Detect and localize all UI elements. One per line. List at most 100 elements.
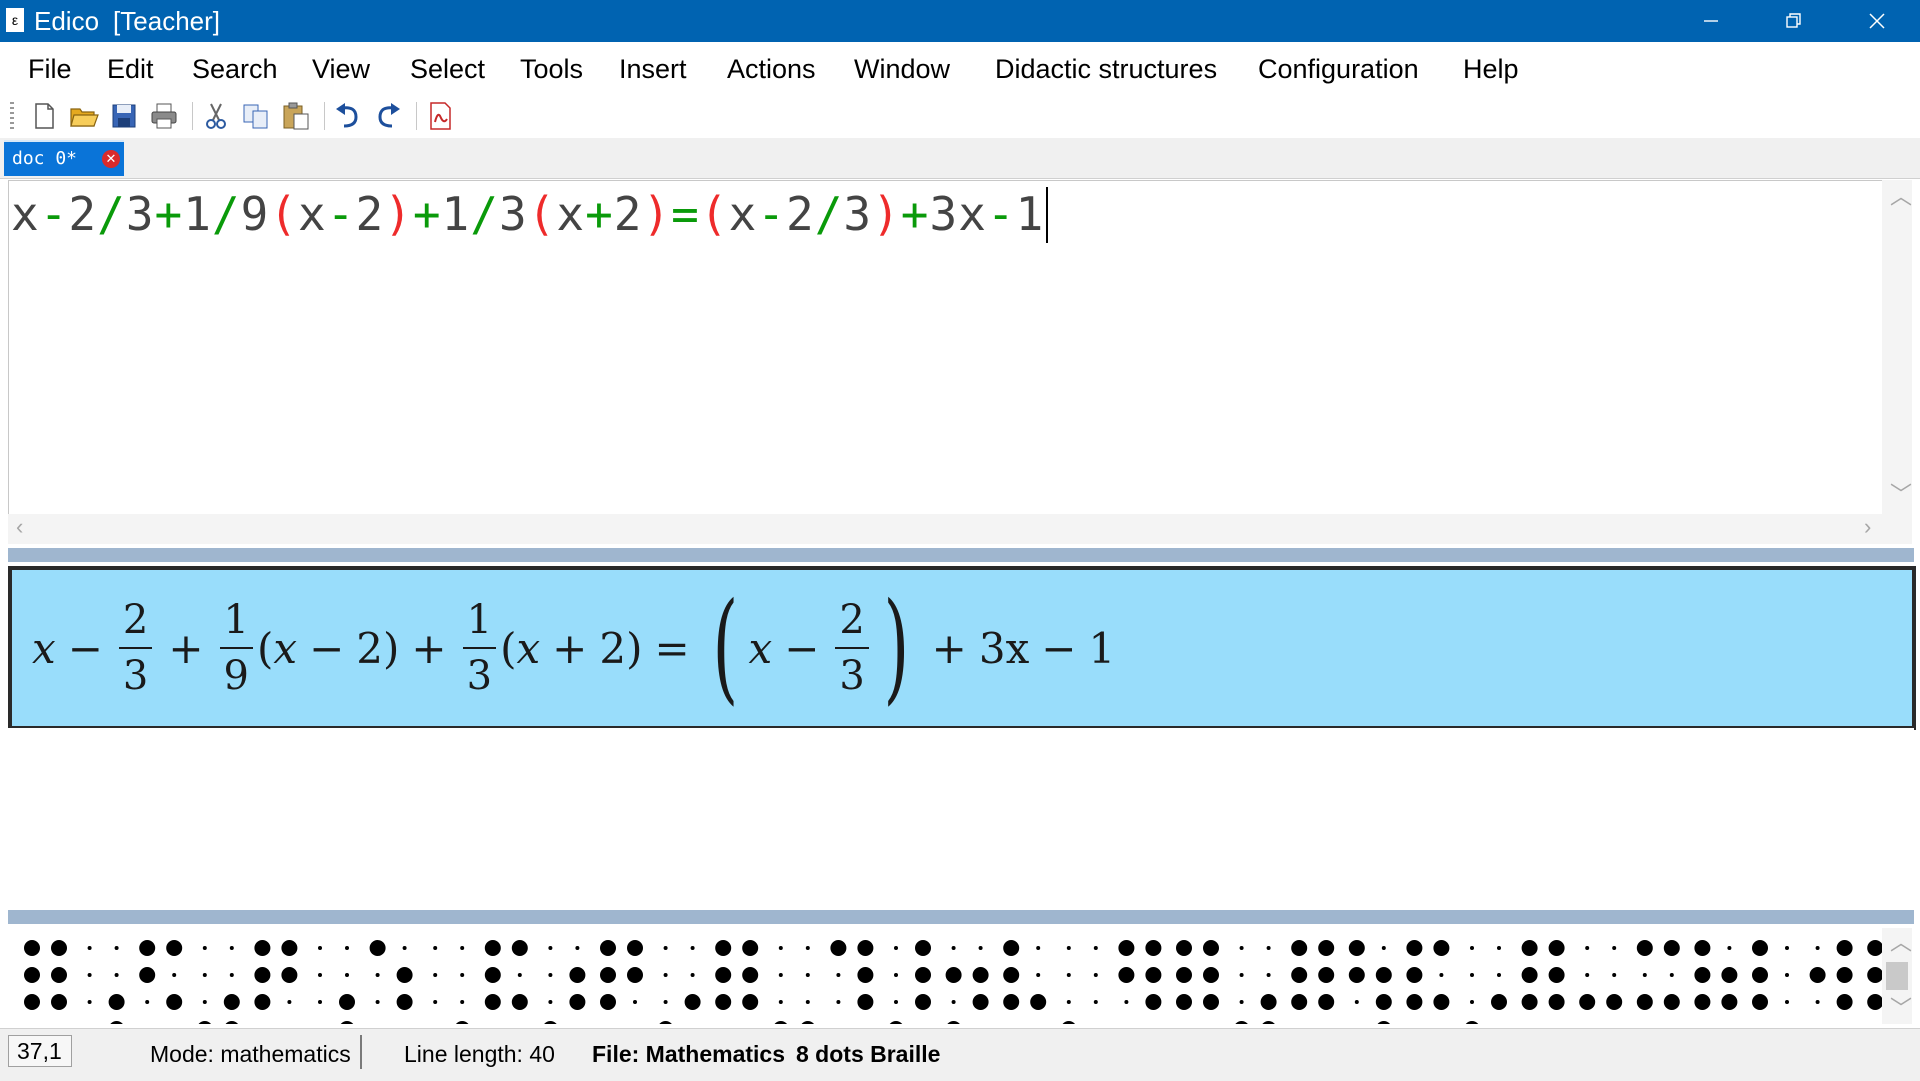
pdf-icon[interactable]	[424, 100, 456, 132]
scroll-up-icon[interactable]: ︿	[1890, 932, 1912, 954]
braille-dot-flat	[548, 973, 553, 977]
braille-cell[interactable]	[1809, 940, 1853, 1024]
restore-button[interactable]	[1755, 0, 1833, 42]
open-folder-icon[interactable]	[68, 100, 100, 132]
menu-configuration[interactable]: Configuration	[1258, 52, 1419, 86]
menu-help[interactable]: Help	[1463, 52, 1519, 86]
braille-cell[interactable]	[1867, 940, 1882, 1024]
fraction-two-thirds: 23	[118, 597, 153, 699]
braille-dot-raised	[1694, 940, 1711, 956]
menu-file[interactable]: File	[28, 52, 72, 86]
paste-icon[interactable]	[280, 100, 312, 132]
editor-vertical-scrollbar[interactable]: ︿ ﹀	[1882, 180, 1912, 514]
menu-didactic-structures[interactable]: Didactic structures	[995, 52, 1217, 86]
braille-dot-flat	[318, 973, 322, 977]
redo-icon[interactable]	[372, 100, 404, 132]
window-title: Edico [Teacher]	[34, 6, 220, 36]
braille-dot-raised	[1375, 967, 1392, 983]
close-button[interactable]	[1838, 0, 1916, 42]
braille-dot-raised	[1836, 940, 1853, 956]
linear-math-editor[interactable]: x-2/3+1/9(x-2)+1/3(x+2)=(x-2/3)+3x-1	[8, 180, 1884, 516]
braille-cell[interactable]	[1234, 946, 1277, 1024]
braille-dot-raised	[1694, 994, 1711, 1010]
menu-edit[interactable]: Edit	[107, 52, 154, 86]
pane-splitter-top[interactable]	[8, 548, 1914, 562]
scroll-thumb[interactable]	[1886, 962, 1908, 990]
braille-vertical-scrollbar[interactable]: ︿ ﹀	[1882, 928, 1912, 1024]
copy-icon[interactable]	[240, 100, 272, 132]
math-paren: )	[383, 623, 400, 673]
pane-splitter-bottom[interactable]	[8, 910, 1914, 924]
scroll-left-icon[interactable]: ‹	[16, 516, 23, 538]
scroll-right-icon[interactable]: ›	[1864, 516, 1871, 538]
braille-cell[interactable]	[1061, 946, 1098, 1024]
scroll-down-icon[interactable]: ﹀	[1890, 484, 1912, 506]
menu-insert[interactable]: Insert	[619, 52, 687, 86]
braille-cell[interactable]	[1694, 940, 1738, 1024]
braille-cell[interactable]	[1291, 940, 1335, 1024]
menu-select[interactable]: Select	[410, 52, 485, 86]
braille-cell[interactable]	[1464, 946, 1507, 1024]
braille-cell[interactable]	[715, 940, 759, 1024]
braille-dot-flat	[202, 946, 207, 950]
undo-icon[interactable]	[332, 100, 364, 132]
big-paren-close: )	[883, 578, 910, 717]
braille-cell[interactable]	[1636, 940, 1680, 1024]
braille-cell[interactable]	[1406, 940, 1450, 1024]
tab-close-icon[interactable]: ✕	[102, 150, 120, 168]
scroll-up-icon[interactable]: ︿	[1890, 186, 1912, 208]
cut-icon[interactable]	[200, 100, 232, 132]
text-caret	[1046, 187, 1049, 243]
braille-cell[interactable]	[1118, 940, 1162, 1024]
braille-dot-flat	[229, 973, 234, 977]
save-icon[interactable]	[108, 100, 140, 132]
editor-token: -	[986, 187, 1016, 241]
scroll-down-icon[interactable]: ﹀	[1890, 998, 1912, 1020]
braille-dot-flat	[1036, 973, 1041, 977]
toolbar-grip[interactable]	[10, 102, 14, 130]
braille-display-panel[interactable]	[8, 928, 1882, 1024]
menu-view[interactable]: View	[312, 52, 370, 86]
menu-tools[interactable]: Tools	[520, 52, 583, 86]
braille-dot-raised	[254, 994, 271, 1010]
new-document-icon[interactable]	[28, 100, 60, 132]
braille-cell[interactable]	[1348, 940, 1392, 1024]
braille-cell[interactable]	[87, 946, 125, 1024]
menu-search[interactable]: Search	[192, 52, 278, 86]
braille-cell[interactable]	[1579, 946, 1623, 1024]
braille-cell[interactable]	[433, 946, 470, 1024]
document-tab[interactable]: doc 0* ✕	[4, 140, 124, 176]
braille-dot-raised	[1176, 940, 1192, 956]
braille-cell[interactable]	[1752, 940, 1789, 1024]
print-icon[interactable]	[148, 100, 180, 132]
braille-cell[interactable]	[318, 946, 355, 1024]
editor-horizontal-scrollbar[interactable]: ‹ ›	[8, 514, 1912, 544]
braille-cell[interactable]	[830, 940, 874, 1024]
braille-dot-raised	[1836, 967, 1853, 983]
braille-dot-flat	[460, 946, 465, 950]
braille-dot-raised	[1348, 940, 1365, 956]
braille-cell[interactable]	[600, 940, 643, 1024]
braille-cell[interactable]	[773, 946, 816, 1024]
braille-dot-raised	[108, 994, 125, 1010]
braille-cell[interactable]	[1003, 940, 1047, 1024]
menu-window[interactable]: Window	[854, 52, 950, 86]
braille-cell[interactable]	[542, 946, 586, 1024]
user-role: [Teacher]	[113, 6, 220, 36]
braille-cell[interactable]	[369, 940, 413, 1024]
editor-line[interactable]: x-2/3+1/9(x-2)+1/3(x+2)=(x-2/3)+3x-1	[11, 185, 1049, 243]
braille-cell[interactable]	[484, 940, 528, 1024]
braille-cell[interactable]	[945, 946, 989, 1024]
braille-cell[interactable]	[254, 940, 298, 1024]
minimize-button[interactable]	[1672, 0, 1750, 42]
braille-cell[interactable]	[1521, 940, 1565, 1024]
braille-cell[interactable]	[658, 946, 701, 1024]
braille-dot-flat	[575, 946, 580, 950]
braille-cell[interactable]	[888, 940, 931, 1024]
math-paren: (	[500, 623, 517, 673]
braille-cell[interactable]	[24, 940, 67, 1024]
menu-actions[interactable]: Actions	[727, 52, 816, 86]
braille-cell[interactable]	[1176, 940, 1219, 1024]
braille-cell[interactable]	[139, 940, 183, 1024]
braille-cell[interactable]	[197, 946, 240, 1024]
